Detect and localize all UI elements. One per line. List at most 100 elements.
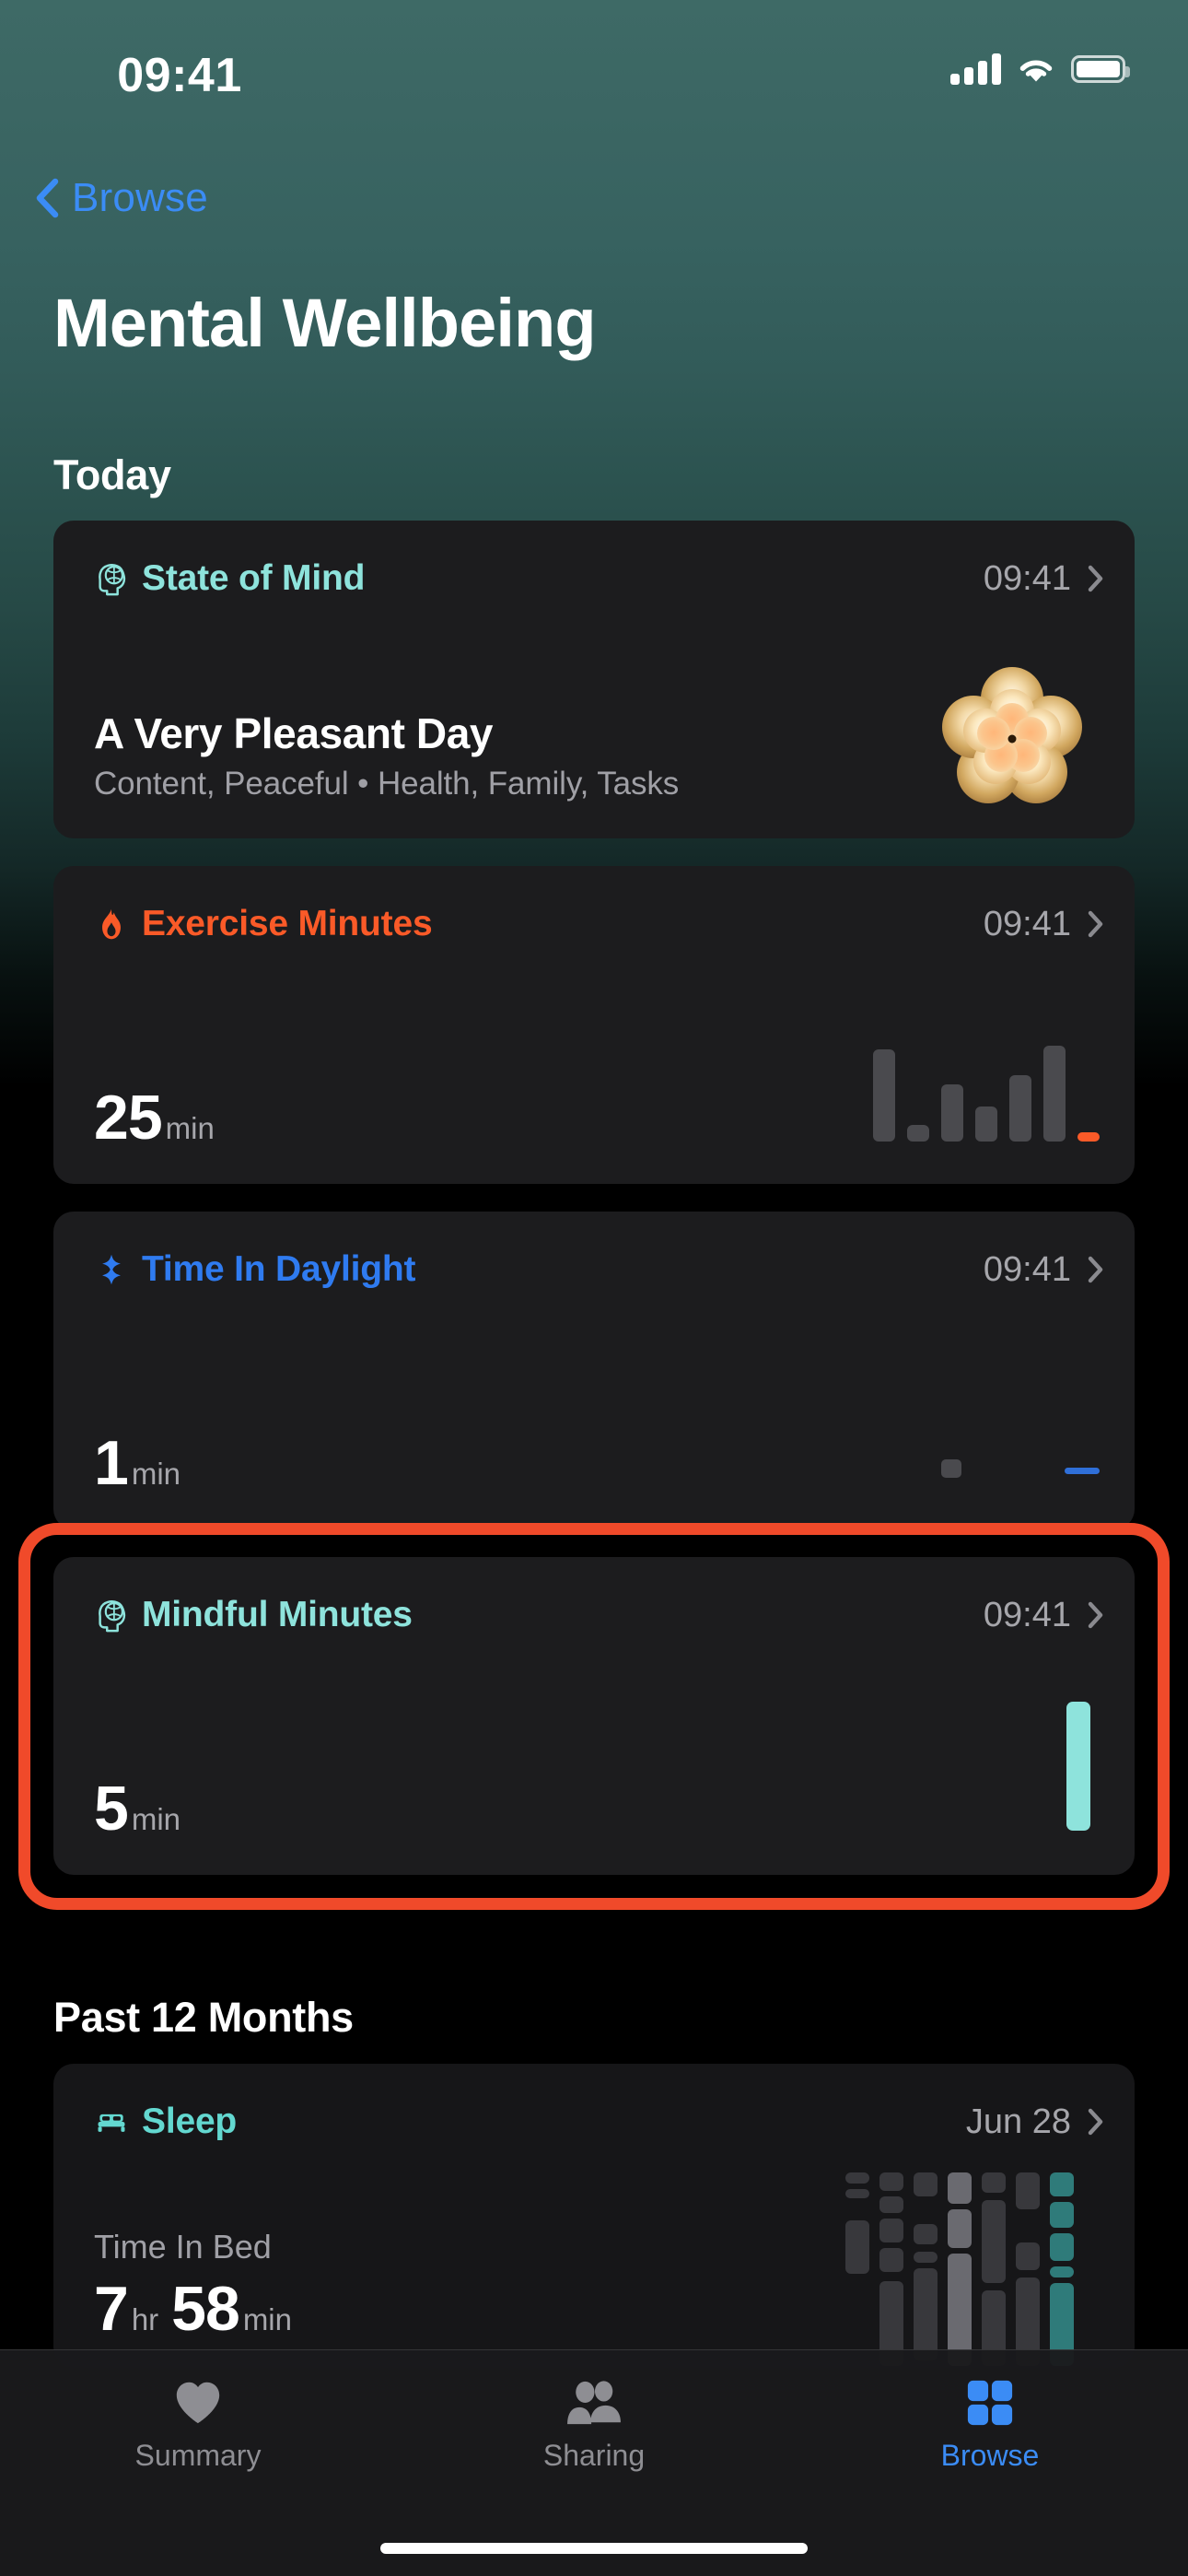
sleep-column (914, 2172, 938, 2368)
state-of-mind-headline: A Very Pleasant Day (94, 709, 494, 757)
cellular-signal-icon (950, 53, 1001, 85)
sleep-segment (1050, 2266, 1074, 2277)
card-header: Mindful Minutes 09:41 (92, 1592, 1103, 1638)
card-header-right: Jun 28 (966, 2102, 1103, 2142)
card-exercise-minutes[interactable]: Exercise Minutes 09:41 25 min (53, 866, 1135, 1184)
flame-icon (92, 905, 131, 943)
chevron-right-icon (1088, 2108, 1103, 2136)
card-header-right: 09:41 (984, 559, 1103, 599)
tab-bar: Summary Sharing Browse (0, 2349, 1188, 2576)
daylight-bar-gray (941, 1459, 961, 1478)
head-brain-icon (92, 1596, 131, 1634)
tab-sharing[interactable]: Sharing (396, 2376, 792, 2473)
sleep-minutes-unit: min (242, 2302, 292, 2336)
sleep-segment (914, 2224, 938, 2244)
card-date: Jun 28 (965, 2102, 1071, 2141)
tab-browse-label: Browse (940, 2439, 1040, 2472)
card-header-right: 09:41 (984, 1596, 1103, 1635)
status-bar: 09:41 (0, 0, 1188, 111)
chevron-right-icon (1088, 565, 1103, 592)
tab-browse[interactable]: Browse (792, 2376, 1188, 2473)
card-timestamp: 09:41 (983, 558, 1071, 598)
sleep-minutes: 58 (171, 2274, 240, 2344)
card-header: Exercise Minutes 09:41 (92, 901, 1103, 947)
tab-sharing-label: Sharing (542, 2439, 646, 2472)
sleep-segment (845, 2220, 869, 2274)
sleep-segment (845, 2172, 869, 2184)
sleep-segment (879, 2219, 903, 2242)
card-header-right: 09:41 (984, 1250, 1103, 1290)
card-timestamp: 09:41 (983, 1249, 1071, 1289)
exercise-bar (1077, 1132, 1100, 1142)
tab-bar-items: Summary Sharing Browse (0, 2350, 1188, 2473)
card-header: Time In Daylight 09:41 (92, 1247, 1103, 1293)
card-state-of-mind[interactable]: State of Mind 09:41 A Very Pleasant Day … (53, 521, 1135, 838)
daylight-value: 1 (94, 1428, 129, 1498)
sleep-segment (1050, 2172, 1074, 2196)
mindful-value: 5 (94, 1774, 129, 1844)
card-time-in-daylight[interactable]: Time In Daylight 09:41 1 min (53, 1212, 1135, 1529)
daylight-bar-blue (1065, 1468, 1100, 1474)
sleep-column (1016, 2172, 1040, 2368)
sleep-segment (948, 2209, 972, 2248)
sleep-column (879, 2172, 903, 2368)
sleep-column (845, 2172, 869, 2368)
exercise-value-row: 25 min (94, 1086, 215, 1149)
sleep-segment (914, 2172, 938, 2196)
sleep-hours: 7 (94, 2274, 129, 2344)
mindful-value-row: 5 min (94, 1777, 181, 1840)
exercise-mini-bar-chart (873, 1040, 1100, 1142)
card-header: State of Mind 09:41 (92, 556, 1103, 602)
people-icon (565, 2376, 623, 2430)
heart-icon (172, 2376, 224, 2430)
card-timestamp: 09:41 (983, 904, 1071, 943)
card-title: State of Mind (142, 558, 366, 598)
sleep-value-row: 7 hr 58 min (94, 2277, 292, 2340)
card-title: Sleep (142, 2102, 238, 2141)
sleep-segment (879, 2196, 903, 2213)
daylight-value-row: 1 min (94, 1432, 181, 1494)
battery-icon (1071, 55, 1130, 83)
exercise-bar (1009, 1075, 1031, 1142)
chevron-left-icon (33, 177, 61, 219)
sleep-column (1050, 2172, 1074, 2368)
sleep-segment (914, 2268, 938, 2360)
sleep-hours-unit: hr (131, 2302, 159, 2336)
sleep-column (982, 2172, 1006, 2368)
tab-summary[interactable]: Summary (0, 2376, 396, 2473)
sleep-segment (1050, 2233, 1074, 2261)
sleep-segment (1016, 2172, 1040, 2209)
exercise-value: 25 (94, 1083, 163, 1153)
flower-bloom-icon (934, 661, 1090, 817)
sleep-segment (879, 2248, 903, 2272)
bed-icon (92, 2102, 131, 2141)
sleep-segment (948, 2172, 972, 2204)
exercise-unit: min (165, 1111, 215, 1145)
mindful-unit: min (131, 1802, 181, 1836)
exercise-bar (941, 1084, 963, 1142)
sleep-segment (1050, 2202, 1074, 2228)
sleep-column (948, 2172, 972, 2368)
iphone-screen: 09:41 Browse Mental Wellbeing Today Stat… (0, 0, 1188, 2576)
sleep-segment (1016, 2242, 1040, 2270)
wifi-icon (1017, 54, 1055, 84)
daylight-mini-chart (879, 1454, 1100, 1481)
card-mindful-minutes[interactable]: Mindful Minutes 09:41 5 min (53, 1557, 1135, 1875)
back-button-label: Browse (72, 175, 208, 220)
card-sleep[interactable]: Sleep Jun 28 Time In Bed 7 hr 58 min (53, 2064, 1135, 2368)
back-button[interactable]: Browse (33, 175, 208, 221)
sleep-segment (982, 2200, 1006, 2283)
sleep-segment (879, 2172, 903, 2191)
page-title: Mental Wellbeing (53, 285, 597, 361)
card-title: Exercise Minutes (142, 904, 433, 943)
card-title: Mindful Minutes (142, 1595, 413, 1634)
chevron-right-icon (1088, 910, 1103, 938)
sleep-mini-chart (845, 2172, 1103, 2368)
status-bar-time: 09:41 (117, 49, 242, 102)
exercise-bar (1043, 1046, 1066, 1142)
exercise-bar (907, 1125, 929, 1142)
sleep-metric-label: Time In Bed (94, 2228, 272, 2266)
card-header-right: 09:41 (984, 905, 1103, 944)
sleep-segment (914, 2252, 938, 2263)
mindful-bar (1066, 1702, 1090, 1831)
